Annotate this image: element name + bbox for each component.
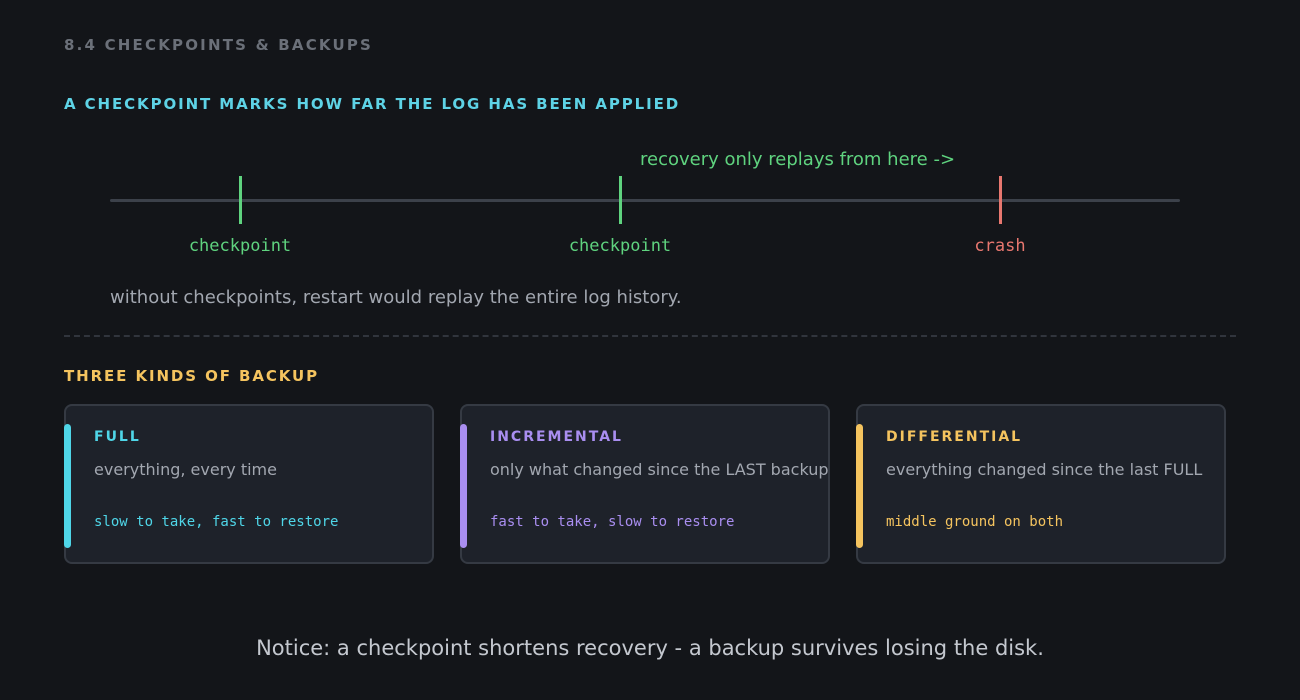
card-title: FULL	[94, 429, 141, 445]
card-tradeoff: fast to take, slow to restore	[490, 514, 735, 530]
checkpoint-label-1: checkpoint	[188, 236, 292, 256]
backup-card-full: FULL everything, every time slow to take…	[64, 404, 434, 564]
accent-bar	[460, 424, 467, 548]
card-title: INCREMENTAL	[490, 429, 623, 445]
footer-notice: Notice: a checkpoint shortens recovery -…	[256, 636, 1044, 660]
checkpoint-label-2: checkpoint	[568, 236, 672, 256]
checkpoint-tick-2	[619, 176, 622, 224]
backup-card-differential: DIFFERENTIAL everything changed since th…	[856, 404, 1226, 564]
accent-bar	[856, 424, 863, 548]
card-tradeoff: slow to take, fast to restore	[94, 514, 339, 530]
section-divider	[64, 335, 1236, 337]
section-number: 8.4 CHECKPOINTS & BACKUPS	[64, 36, 374, 54]
timeline-note: without checkpoints, restart would repla…	[110, 287, 682, 308]
card-description: everything, every time	[94, 460, 277, 479]
log-timeline	[110, 199, 1180, 202]
crash-tick	[999, 176, 1002, 224]
checkpoint-tick-1	[239, 176, 242, 224]
accent-bar	[64, 424, 71, 548]
backup-heading: THREE KINDS OF BACKUP	[64, 367, 319, 385]
checkpoint-heading: A CHECKPOINT MARKS HOW FAR THE LOG HAS B…	[64, 95, 681, 113]
backup-card-incremental: INCREMENTAL only what changed since the …	[460, 404, 830, 564]
card-tradeoff: middle ground on both	[886, 514, 1064, 530]
card-description: everything changed since the last FULL	[886, 460, 1203, 479]
card-description: only what changed since the LAST backup	[490, 460, 829, 479]
crash-label: crash	[974, 236, 1026, 256]
card-title: DIFFERENTIAL	[886, 429, 1023, 445]
recovery-label: recovery only replays from here ->	[640, 149, 956, 170]
